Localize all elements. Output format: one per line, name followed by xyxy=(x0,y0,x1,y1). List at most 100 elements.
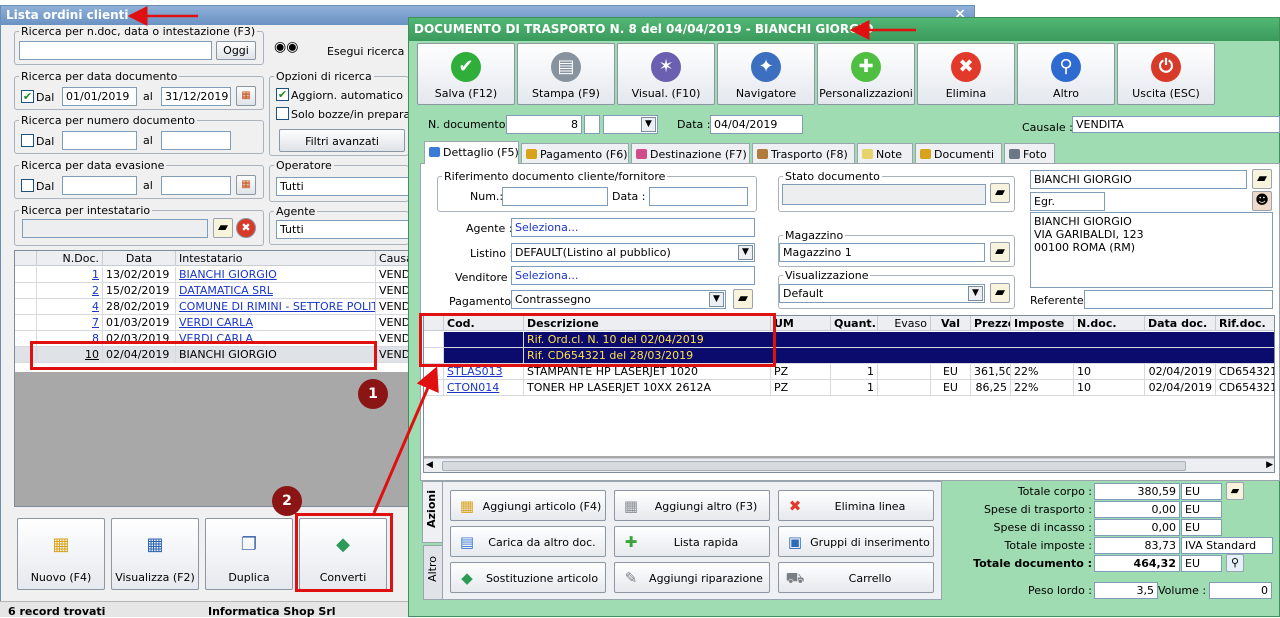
aggiungi-altro-f3-button[interactable]: ▦ Aggiungi altro (F3) xyxy=(614,490,770,521)
date-ev-to-input[interactable] xyxy=(161,176,231,195)
doc-col-datadoc[interactable]: Data doc. xyxy=(1145,316,1216,331)
bozze-checkbox[interactable] xyxy=(276,107,289,120)
stato-input[interactable] xyxy=(782,184,986,205)
stampa-f9-button[interactable]: ▤ Stampa (F9) xyxy=(517,43,615,105)
num-doc-dal-checkbox[interactable] xyxy=(21,134,34,147)
chevron-down-icon[interactable]: ▼ xyxy=(709,292,724,307)
order-number-link[interactable]: 2 xyxy=(92,284,99,297)
view-button[interactable]: ▦ Visualizza (F2) xyxy=(111,518,199,590)
elimina-linea-button[interactable]: ✖ Elimina linea xyxy=(778,490,934,521)
advanced-filters-button[interactable]: Filtri avanzati xyxy=(279,129,405,152)
orders-cell-ndoc[interactable]: 2 xyxy=(37,283,103,299)
agente-select[interactable]: Tutti xyxy=(276,220,409,239)
cliente-user-icon[interactable]: ☻ xyxy=(1252,191,1272,211)
customer-link[interactable]: DATAMATICA SRL xyxy=(179,284,273,297)
date-doc-dal-checkbox[interactable]: ✔ xyxy=(21,90,34,103)
tab-pagamento[interactable]: Pagamento (F6) xyxy=(521,143,629,164)
doc-cell-cod[interactable]: CTON014 xyxy=(444,380,524,396)
total-value[interactable]: 380,59 xyxy=(1094,483,1180,500)
binoculars-icon[interactable]: ◉◉ xyxy=(274,40,298,54)
pagamento-select[interactable]: Contrassegno ▼ xyxy=(511,290,726,309)
tab-foto[interactable]: Foto xyxy=(1004,143,1055,164)
sostituzione-articolo-button[interactable]: ◆ Sostituzione articolo xyxy=(450,562,606,593)
venditore-select-link[interactable]: Seleziona... xyxy=(515,269,578,282)
totals-zoom-icon[interactable]: ⚲ xyxy=(1226,554,1244,572)
total-unit[interactable]: EU xyxy=(1181,501,1222,518)
search-input[interactable] xyxy=(19,41,212,60)
referente-input[interactable] xyxy=(1084,290,1273,309)
scroll-right-icon[interactable]: ▶ xyxy=(1266,460,1273,470)
causale-input[interactable]: VENDITA xyxy=(1072,116,1280,133)
date-ev-from-input[interactable] xyxy=(62,176,137,195)
visualizzazione-folder-icon[interactable]: ▰ xyxy=(990,283,1010,303)
doc-col-prezzo[interactable]: Prezzo xyxy=(971,316,1011,331)
total-value[interactable]: 464,32 xyxy=(1094,555,1180,572)
peso-input[interactable]: 3,5 xyxy=(1094,582,1158,599)
orders-cell-ndoc[interactable]: 7 xyxy=(37,315,103,331)
navigatore-button[interactable]: ✦ Navigatore xyxy=(717,43,815,105)
orders-col-intestatario[interactable]: Intestatario xyxy=(176,251,376,266)
chevron-down-icon[interactable]: ▼ xyxy=(641,117,656,132)
agente-field[interactable]: Seleziona... xyxy=(511,218,755,237)
doc-col-evaso[interactable]: Evaso xyxy=(878,316,931,331)
ndoc-series-select[interactable]: ▼ xyxy=(603,115,658,134)
customer-link[interactable]: COMUNE DI RIMINI - SETTORE POLIT… xyxy=(179,300,375,313)
doc-col-val[interactable]: Val xyxy=(931,316,971,331)
stato-folder-icon[interactable]: ▰ xyxy=(990,183,1010,203)
orders-row-indicator[interactable] xyxy=(15,299,37,315)
order-number-link[interactable]: 4 xyxy=(92,300,99,313)
orders-cell-intestatario[interactable]: COMUNE DI RIMINI - SETTORE POLIT… xyxy=(176,299,376,315)
elimina-button[interactable]: ✖ Elimina xyxy=(917,43,1015,105)
article-code-link[interactable]: CTON014 xyxy=(447,381,499,394)
aggiungi-articolo-f4-button[interactable]: ▦ Aggiungi articolo (F4) xyxy=(450,490,606,521)
doc-window-titlebar[interactable]: DOCUMENTO DI TRASPORTO N. 8 del 04/04/20… xyxy=(409,18,1279,41)
orders-col-ndoc[interactable]: N.Doc. xyxy=(37,251,103,266)
totals-folder-icon[interactable]: ▰ xyxy=(1226,482,1244,500)
scroll-thumb[interactable] xyxy=(442,461,1186,471)
doc-col-rifdoc[interactable]: Rif.doc. xyxy=(1216,316,1274,331)
intestatario-input[interactable] xyxy=(22,219,208,238)
operatore-select[interactable]: Tutti xyxy=(276,177,409,196)
magazzino-input[interactable]: Magazzino 1 xyxy=(779,243,985,262)
orders-row-indicator[interactable] xyxy=(15,283,37,299)
customer-link[interactable]: BIANCHI GIORGIO xyxy=(179,268,277,281)
num-doc-to-input[interactable] xyxy=(161,131,231,150)
tab-documenti[interactable]: Documenti xyxy=(915,143,1002,164)
ndoc-input[interactable]: 8 xyxy=(506,115,582,134)
rif-data-input[interactable] xyxy=(649,187,748,206)
rif-num-input[interactable] xyxy=(502,187,608,206)
doc-col-ndoc[interactable]: N.doc. xyxy=(1074,316,1145,331)
volume-input[interactable]: 0 xyxy=(1209,582,1272,599)
orders-cell-ndoc[interactable]: 4 xyxy=(37,299,103,315)
run-search-label[interactable]: Esegui ricerca xyxy=(327,45,404,58)
date-ev-dal-checkbox[interactable] xyxy=(21,179,34,192)
calendar-icon[interactable]: ▦ xyxy=(236,86,256,106)
lista-rapida-button[interactable]: ✚ Lista rapida xyxy=(614,526,770,557)
carica-da-altro-doc-button[interactable]: ▤ Carica da altro doc. xyxy=(450,526,606,557)
duplicate-button[interactable]: ❐ Duplica xyxy=(205,518,293,590)
cliente-title-input[interactable]: Egr. xyxy=(1030,192,1105,211)
cliente-address-box[interactable]: BIANCHI GIORGIO VIA GARIBALDI, 123 00100… xyxy=(1030,212,1273,288)
agente-select-link[interactable]: Seleziona... xyxy=(515,221,578,234)
ndoc-suffix-input[interactable] xyxy=(584,115,600,134)
aggiorn-checkbox[interactable]: ✔ xyxy=(276,88,289,101)
total-unit[interactable]: IVA Standard xyxy=(1181,537,1273,554)
orders-row-indicator[interactable] xyxy=(15,267,37,283)
total-value[interactable]: 0,00 xyxy=(1094,501,1180,518)
uscita-esc-button[interactable]: ⏻ Uscita (ESC) xyxy=(1117,43,1215,105)
listino-select[interactable]: DEFAULT(Listino al pubblico) ▼ xyxy=(511,243,755,262)
date-doc-to-input[interactable]: 31/12/2019 xyxy=(161,87,231,106)
orders-col-data[interactable]: Data xyxy=(103,251,176,266)
tab-trasporto[interactable]: Trasporto (F8) xyxy=(752,143,855,164)
visualizzazione-select[interactable]: Default ▼ xyxy=(779,284,985,303)
orders-cell-intestatario[interactable]: DATAMATICA SRL xyxy=(176,283,376,299)
chevron-down-icon[interactable]: ▼ xyxy=(968,286,983,301)
order-number-link[interactable]: 1 xyxy=(92,268,99,281)
cliente-folder-icon[interactable]: ▰ xyxy=(1252,169,1272,189)
doc-col-imposte[interactable]: Imposte xyxy=(1011,316,1074,331)
date-doc-from-input[interactable]: 01/01/2019 xyxy=(62,87,137,106)
doc-col-quant[interactable]: Quant. xyxy=(831,316,878,331)
carrello-button[interactable]: ⛟ Carrello xyxy=(778,562,934,593)
today-button[interactable]: Oggi xyxy=(216,41,256,60)
total-unit[interactable]: EU xyxy=(1181,519,1222,536)
